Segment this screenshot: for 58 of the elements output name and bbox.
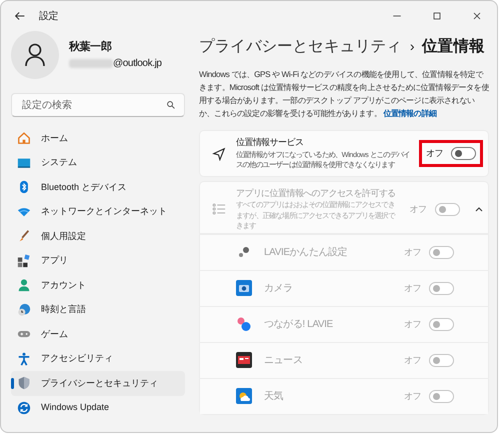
app-name: つながる! LAVIE (264, 318, 334, 332)
globe-clock-icon (17, 302, 31, 317)
toggle-state-label: オフ (426, 146, 443, 160)
apps-icon (17, 254, 31, 268)
search-field[interactable]: 設定の検索 (20, 94, 166, 116)
weather-icon (236, 388, 252, 404)
toggle-state-label: オフ (410, 202, 427, 216)
account-email: @outlook.jp (113, 58, 162, 69)
refresh-icon (17, 400, 31, 415)
setting-title: 位置情報サービス (236, 136, 304, 150)
home-icon (17, 131, 31, 146)
sidebar-item[interactable]: ゲーム (11, 322, 185, 346)
page-title: 位置情報 (422, 37, 484, 57)
learn-more-link[interactable]: 位置情報の詳細 (383, 109, 436, 118)
search-box[interactable]: 設定の検索 (11, 93, 185, 117)
toggle-switch[interactable] (451, 147, 476, 160)
sidebar-item[interactable]: Bluetooth とデバイス (11, 175, 185, 200)
sidebar-item[interactable]: アカウント (11, 273, 185, 298)
monitor-icon (17, 156, 31, 170)
toggle-state-label: オフ (404, 390, 421, 402)
app-name: カメラ (264, 282, 294, 296)
close-icon[interactable] (471, 10, 483, 22)
toggle-state-label: オフ (404, 246, 421, 258)
person-icon (17, 278, 31, 292)
toggle-state-label: オフ (404, 354, 421, 366)
maximize-icon[interactable] (431, 10, 443, 22)
camera-icon (236, 280, 252, 296)
app-name: 天気 (264, 390, 284, 404)
selection-indicator (11, 378, 14, 389)
app-name: ニュース (264, 354, 304, 368)
breadcrumb-separator: › (410, 37, 414, 56)
toggle-state-label: オフ (404, 318, 421, 330)
sidebar-item[interactable]: プライバシーとセキュリティ (11, 371, 185, 396)
avatar (11, 31, 59, 79)
sidebar-item[interactable]: ホーム (11, 126, 185, 150)
sidebar-item[interactable]: アプリ (11, 248, 185, 273)
news-icon (236, 352, 252, 368)
accessibility-icon (17, 352, 31, 366)
shield-icon (17, 376, 31, 390)
back-icon (13, 9, 27, 23)
bubbles-icon (236, 316, 252, 332)
sidebar-item[interactable]: Windows Update (11, 396, 185, 420)
toggle-state-label: オフ (404, 282, 421, 294)
app-name: LAVIEかんたん設定 (264, 246, 348, 260)
sidebar-item[interactable]: システム (11, 150, 185, 175)
location-arrow-icon (212, 146, 226, 160)
bluetooth-icon (17, 180, 31, 194)
account-name: 秋葉一郎 (69, 40, 112, 56)
setting-title: アプリに位置情報へのアクセスを許可する (236, 186, 396, 200)
list-icon (212, 202, 226, 216)
sidebar-item[interactable]: アクセシビリティ (11, 346, 185, 371)
sidebar-item[interactable]: 時刻と言語 (11, 298, 185, 322)
window-title: 設定 (39, 10, 58, 24)
brush-icon (17, 229, 31, 244)
sidebar-item[interactable]: ネットワークとインターネット (11, 200, 185, 224)
description-text: Windows では、GPS や Wi-Fi などのデバイスの機能を使用して、位置情報を特定できます。Microsoft は位置情報サービスの精度を向上させるために位置情報データを使用する場合があります。一部のデスクトップ アプリがこのページに表示されないか、これらの設定の影響を受ける可能性があります。 位置情報の詳細 (199, 69, 489, 120)
sidebar-item[interactable]: 個人用設定 (11, 224, 185, 248)
breadcrumb-link[interactable]: プライバシーとセキュリティ (199, 35, 402, 58)
